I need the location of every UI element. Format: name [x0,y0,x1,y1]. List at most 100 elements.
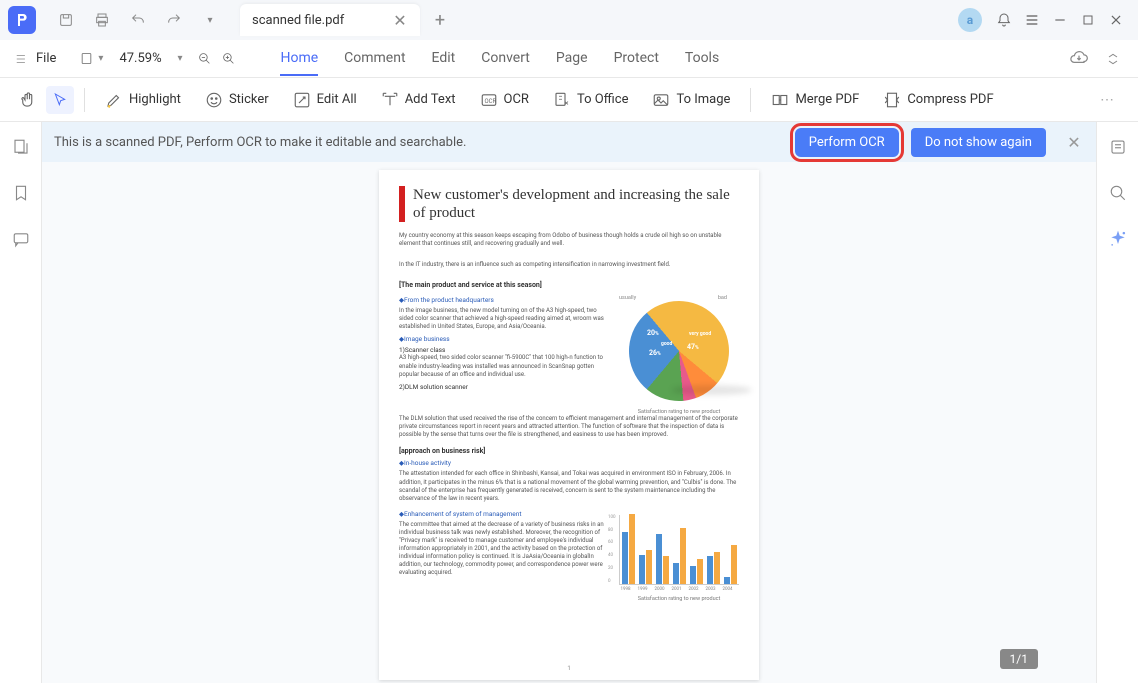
body1a: In the image business, the new model tur… [399,307,609,331]
hand-tool[interactable] [14,86,42,114]
tab-tools[interactable]: Tools [685,42,719,75]
bookmarks-icon[interactable] [10,182,32,204]
section1-title: [The main product and service at this se… [399,281,739,289]
compress-pdf-button[interactable]: Compress PDF [873,87,1003,113]
zoom-dropdown-icon[interactable]: ▾ [177,53,182,64]
to-image-icon [652,91,670,109]
page-number: 1 [567,665,570,672]
print-icon[interactable] [90,8,114,32]
thumbnails-icon[interactable] [10,136,32,158]
close-banner-icon[interactable]: ✕ [1064,132,1084,152]
titlebar: ▾ scanned file.pdf ✕ + a [0,0,1138,40]
cloud-icon[interactable] [1068,48,1090,70]
page-layout-icon[interactable] [74,47,98,71]
doc-intro1: My country economy at this season keeps … [399,232,739,249]
do-not-show-button[interactable]: Do not show again [911,128,1046,157]
highlight-label: Highlight [129,92,181,107]
app-logo[interactable] [8,6,36,34]
page-indicator[interactable]: 1/1 [1000,649,1038,669]
edit-all-label: Edit All [317,92,357,107]
search-icon[interactable] [1107,182,1129,204]
tab-convert[interactable]: Convert [481,42,530,75]
body1b: A3 high-speed, two sided color scanner "… [399,354,609,378]
zoom-control: ▾ 47.59% ▾ [74,47,240,71]
collapse-icon[interactable] [1102,48,1124,70]
close-window-icon[interactable] [1102,6,1130,34]
pie-val-20: 20% [647,329,659,337]
merge-label: Merge PDF [795,92,859,107]
bar-chart: 100 80 60 40 20 0 [619,515,739,585]
edit-all-button[interactable]: Edit All [283,87,367,113]
highlight-button[interactable]: Highlight [95,87,191,113]
menu-tabs: Home Comment Edit Convert Page Protect T… [280,42,719,75]
sub1b2: 1)Scanner class [399,346,609,354]
save-icon[interactable] [54,8,78,32]
svg-text:OCR: OCR [484,98,496,105]
sub1b: ◆Image business [399,335,609,343]
perform-ocr-button[interactable]: Perform OCR [795,128,899,157]
compress-label: Compress PDF [907,92,993,107]
document-tab[interactable]: scanned file.pdf ✕ [240,4,420,36]
tab-home[interactable]: Home [280,42,318,76]
section2-title: [approach on business risk] [399,447,739,455]
notification-icon[interactable] [990,6,1018,34]
banner-message: This is a scanned PDF, Perform OCR to ma… [54,135,466,150]
select-tool[interactable] [46,86,74,114]
merge-pdf-button[interactable]: Merge PDF [761,87,869,113]
properties-icon[interactable] [1107,136,1129,158]
document-viewport[interactable]: New customer's development and increasin… [42,162,1096,683]
sticker-button[interactable]: Sticker [195,87,279,113]
menubar: File ▾ 47.59% ▾ Home Comment Edit Conver… [0,40,1138,78]
dropdown-icon[interactable]: ▾ [198,8,222,32]
pdf-page: New customer's development and increasin… [379,170,759,680]
tab-page[interactable]: Page [556,42,588,75]
merge-icon [771,91,789,109]
right-sidebar [1096,122,1138,683]
add-text-icon [381,91,399,109]
to-office-icon [553,91,571,109]
zoom-out-icon[interactable] [192,47,216,71]
sub2a: ◆In-house activity [399,459,739,467]
sub1b3: 2)DLM solution scanner [399,383,609,391]
add-text-button[interactable]: Add Text [371,87,466,113]
compress-icon [883,91,901,109]
pie-chart: 47% 26% 20% very good good [609,281,750,422]
maximize-icon[interactable] [1074,6,1102,34]
body2b: The committee that aimed at the decrease… [399,521,609,578]
tab-edit[interactable]: Edit [432,42,456,75]
main-area: This is a scanned PDF, Perform OCR to ma… [0,122,1138,683]
redo-icon[interactable] [162,8,186,32]
more-tools-icon[interactable]: ⋯ [1092,92,1124,108]
to-office-button[interactable]: To Office [543,87,639,113]
comments-icon[interactable] [10,228,32,250]
doc-intro2: In the IT industry, there is an influenc… [399,261,739,269]
tab-comment[interactable]: Comment [344,42,405,75]
add-text-label: Add Text [405,92,456,107]
bar-caption: Satisfaction rating to new product [619,596,739,602]
pie-lbl-vg: very good [689,331,711,337]
sub1a: ◆From the product headquarters [399,296,609,304]
to-office-label: To Office [577,92,629,107]
menu-icon[interactable] [1018,6,1046,34]
zoom-layout-dd[interactable]: ▾ [98,53,103,64]
zoom-value[interactable]: 47.59% [119,51,171,66]
minimize-icon[interactable] [1046,6,1074,34]
new-tab-button[interactable]: + [428,8,452,32]
to-image-label: To Image [676,92,730,107]
canvas: This is a scanned PDF, Perform OCR to ma… [42,122,1096,683]
tab-protect[interactable]: Protect [614,42,659,75]
close-tab-icon[interactable]: ✕ [392,12,408,28]
pie-val-47: 47% [687,343,699,351]
zoom-in-icon[interactable] [216,47,240,71]
left-sidebar [0,122,42,683]
ai-sparkle-icon[interactable] [1107,228,1129,250]
to-image-button[interactable]: To Image [642,87,740,113]
sticker-label: Sticker [229,92,269,107]
ocr-label: OCR [504,92,529,107]
doc-title: New customer's development and increasin… [399,186,739,222]
user-avatar[interactable]: a [958,8,982,32]
undo-icon[interactable] [126,8,150,32]
file-menu[interactable]: File [14,51,56,66]
ocr-button[interactable]: OCR OCR [470,87,539,113]
sub2b: ◆Enhancement of system of management [399,510,609,518]
